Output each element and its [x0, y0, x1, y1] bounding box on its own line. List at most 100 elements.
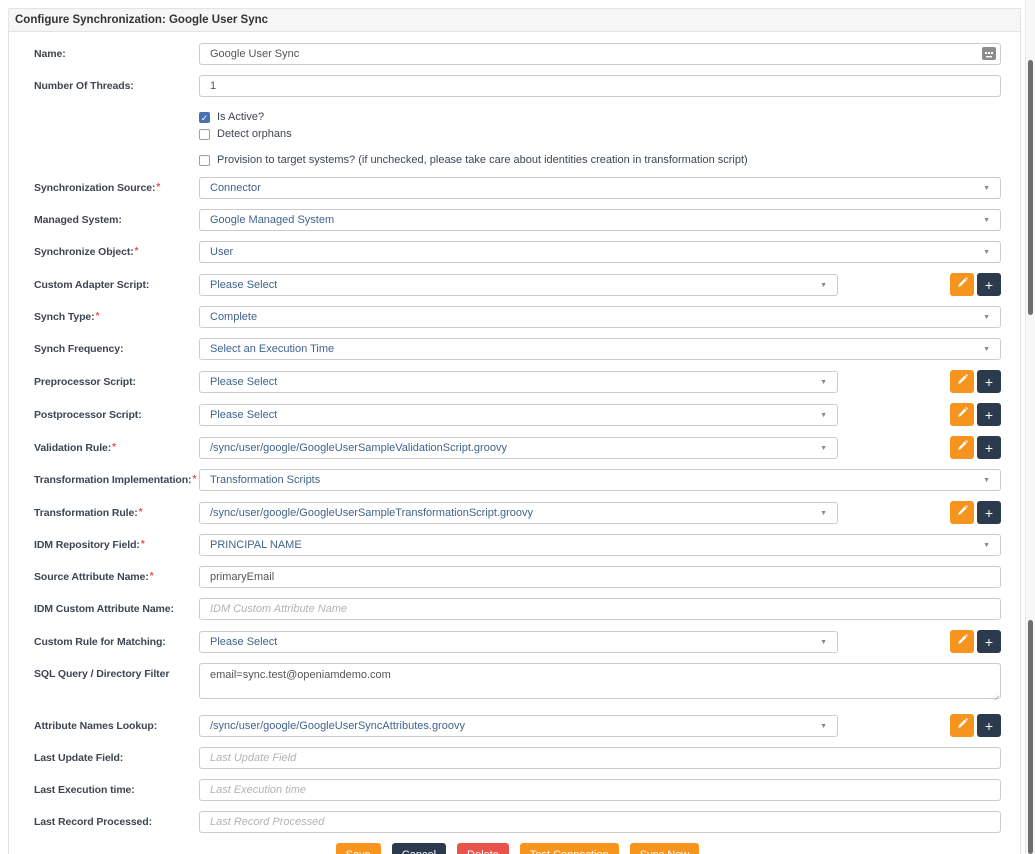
- chevron-down-icon: ▼: [983, 477, 990, 485]
- checkbox-unchecked-icon[interactable]: [199, 155, 210, 166]
- field-row-name: Name:: [34, 43, 1001, 65]
- plus-icon: +: [985, 408, 993, 422]
- field-row-source-attribute: Source Attribute Name:*: [34, 566, 1001, 588]
- test-connection-button[interactable]: Test Connection: [520, 843, 619, 854]
- checkbox-checked-icon[interactable]: ✓: [199, 112, 210, 123]
- chevron-down-icon: ▼: [820, 723, 827, 731]
- synchronization-source-select[interactable]: Connector ▼: [199, 177, 1001, 199]
- field-row-postprocessor: Postprocessor Script: Please Select ▼ +: [34, 403, 1001, 426]
- preprocessor-label: Preprocessor Script:: [34, 376, 199, 388]
- custom-rule-matching-add-button[interactable]: +: [977, 630, 1001, 653]
- managed-system-label: Managed System:: [34, 214, 199, 226]
- idm-custom-attribute-name-input[interactable]: [199, 598, 1001, 620]
- chevron-down-icon: ▼: [983, 217, 990, 225]
- save-button[interactable]: Save: [336, 843, 381, 854]
- synch-type-select[interactable]: Complete ▼: [199, 306, 1001, 328]
- pencil-icon: [956, 440, 968, 455]
- source-attribute-name-input[interactable]: [199, 566, 1001, 588]
- field-row-synch-frequency: Synch Frequency: Select an Execution Tim…: [34, 338, 1001, 360]
- field-row-idm-repository: IDM Repository Field:* PRINCIPAL NAME ▼: [34, 534, 1001, 556]
- chevron-down-icon: ▼: [983, 185, 990, 193]
- last-record-label: Last Record Processed:: [34, 816, 199, 828]
- chevron-down-icon: ▼: [820, 412, 827, 420]
- delete-button[interactable]: Delete: [457, 843, 509, 854]
- postprocessor-edit-button[interactable]: [950, 403, 974, 426]
- field-row-last-record: Last Record Processed:: [34, 811, 1001, 833]
- chevron-down-icon: ▼: [820, 639, 827, 647]
- plus-icon: +: [985, 441, 993, 455]
- pencil-icon: [956, 718, 968, 733]
- field-row-transformation-impl: Transformation Implementation:* Transfor…: [34, 469, 1001, 491]
- postprocessor-label: Postprocessor Script:: [34, 409, 199, 421]
- sync-source-label: Synchronization Source:*: [34, 182, 199, 194]
- footer-button-bar: Save Cancel Delete Test Connection Sync …: [34, 843, 1001, 854]
- field-row-idm-custom-attribute: IDM Custom Attribute Name:: [34, 598, 1001, 620]
- custom-rule-matching-edit-button[interactable]: [950, 630, 974, 653]
- last-update-field-input[interactable]: [199, 747, 1001, 769]
- transformation-rule-select[interactable]: /sync/user/google/GoogleUserSampleTransf…: [199, 502, 838, 524]
- field-row-synch-type: Synch Type:* Complete ▼: [34, 306, 1001, 328]
- preprocessor-add-button[interactable]: +: [977, 370, 1001, 393]
- cancel-button[interactable]: Cancel: [392, 843, 446, 854]
- chevron-down-icon: ▼: [983, 249, 990, 257]
- chevron-down-icon: ▼: [983, 314, 990, 322]
- name-input[interactable]: [199, 43, 1001, 65]
- checkbox-unchecked-icon[interactable]: [199, 129, 210, 140]
- checkbox-group: ✓ Is Active? Detect orphans Provision to…: [199, 111, 1001, 166]
- scrollbar-thumb[interactable]: [1028, 60, 1033, 315]
- last-execution-time-input[interactable]: [199, 779, 1001, 801]
- chevron-down-icon: ▼: [820, 445, 827, 453]
- custom-rule-matching-label: Custom Rule for Matching:: [34, 636, 199, 648]
- postprocessor-script-select[interactable]: Please Select ▼: [199, 404, 838, 426]
- transformation-rule-edit-button[interactable]: [950, 501, 974, 524]
- synch-type-label: Synch Type:*: [34, 311, 199, 323]
- field-row-transformation-rule: Transformation Rule:* /sync/user/google/…: [34, 501, 1001, 524]
- scrollbar-thumb[interactable]: [1028, 620, 1033, 854]
- postprocessor-add-button[interactable]: +: [977, 403, 1001, 426]
- validation-rule-label: Validation Rule:*: [34, 442, 199, 454]
- chevron-down-icon: ▼: [820, 510, 827, 518]
- validation-rule-edit-button[interactable]: [950, 436, 974, 459]
- field-row-sync-object: Synchronize Object:* User ▼: [34, 241, 1001, 263]
- number-of-threads-input[interactable]: [199, 75, 1001, 97]
- attribute-lookup-edit-button[interactable]: [950, 714, 974, 737]
- custom-adapter-edit-button[interactable]: [950, 273, 974, 296]
- synchronize-object-select[interactable]: User ▼: [199, 241, 1001, 263]
- provision-checkbox[interactable]: Provision to target systems? (if uncheck…: [199, 154, 1001, 166]
- last-record-processed-input[interactable]: [199, 811, 1001, 833]
- idm-repository-field-select[interactable]: PRINCIPAL NAME ▼: [199, 534, 1001, 556]
- plus-icon: +: [985, 635, 993, 649]
- custom-rule-matching-select[interactable]: Please Select ▼: [199, 631, 838, 653]
- attribute-names-lookup-select[interactable]: /sync/user/google/GoogleUserSyncAttribut…: [199, 715, 838, 737]
- chevron-down-icon: ▼: [820, 379, 827, 387]
- is-active-checkbox[interactable]: ✓ Is Active?: [199, 111, 1001, 123]
- scrollbar[interactable]: [1025, 0, 1035, 854]
- sql-query-label: SQL Query / Directory Filter: [34, 663, 199, 680]
- field-row-last-update: Last Update Field:: [34, 747, 1001, 769]
- transformation-implementation-select[interactable]: Transformation Scripts ▼: [199, 469, 1001, 491]
- preprocessor-script-select[interactable]: Please Select ▼: [199, 371, 838, 393]
- field-row-managed-system: Managed System: Google Managed System ▼: [34, 209, 1001, 231]
- managed-system-select[interactable]: Google Managed System ▼: [199, 209, 1001, 231]
- sync-form: Name: Number Of Threads:: [9, 32, 1020, 854]
- detect-orphans-checkbox[interactable]: Detect orphans: [199, 128, 1001, 140]
- attribute-lookup-add-button[interactable]: +: [977, 714, 1001, 737]
- synch-frequency-select[interactable]: Select an Execution Time ▼: [199, 338, 1001, 360]
- provision-label: Provision to target systems? (if uncheck…: [217, 154, 748, 166]
- idm-repository-label: IDM Repository Field:*: [34, 539, 199, 551]
- keyboard-icon[interactable]: [982, 47, 996, 60]
- custom-adapter-add-button[interactable]: +: [977, 273, 1001, 296]
- pencil-icon: [956, 277, 968, 292]
- is-active-label: Is Active?: [217, 111, 264, 123]
- field-row-threads: Number Of Threads:: [34, 75, 1001, 97]
- sql-query-textarea[interactable]: email=sync.test@openiamdemo.com: [199, 663, 1001, 699]
- validation-rule-add-button[interactable]: +: [977, 436, 1001, 459]
- validation-rule-select[interactable]: /sync/user/google/GoogleUserSampleValida…: [199, 437, 838, 459]
- sync-now-button[interactable]: Sync Now: [630, 843, 700, 854]
- transformation-rule-add-button[interactable]: +: [977, 501, 1001, 524]
- attribute-lookup-label: Attribute Names Lookup:: [34, 720, 199, 732]
- source-attribute-label: Source Attribute Name:*: [34, 571, 199, 583]
- preprocessor-edit-button[interactable]: [950, 370, 974, 393]
- plus-icon: +: [985, 375, 993, 389]
- custom-adapter-script-select[interactable]: Please Select ▼: [199, 274, 838, 296]
